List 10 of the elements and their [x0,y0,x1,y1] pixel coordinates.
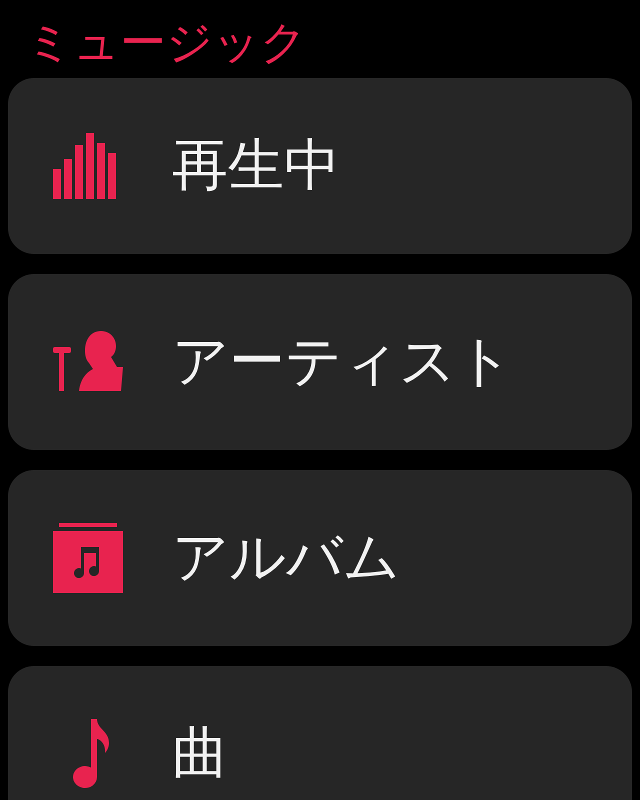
menu-item-label: アルバム [172,524,400,592]
menu-item-label: 再生中 [172,132,340,200]
album-icon [50,523,126,593]
screen-title: ミュージック [25,14,308,71]
menu-item-label: アーティスト [172,328,513,396]
menu-item[interactable]: 再生中 [8,78,632,254]
menu-item[interactable]: アーティスト [8,274,632,450]
menu-item[interactable]: 曲 [8,666,632,800]
menu-item-label: 曲 [172,720,228,788]
menu-item[interactable]: アルバム [8,470,632,646]
